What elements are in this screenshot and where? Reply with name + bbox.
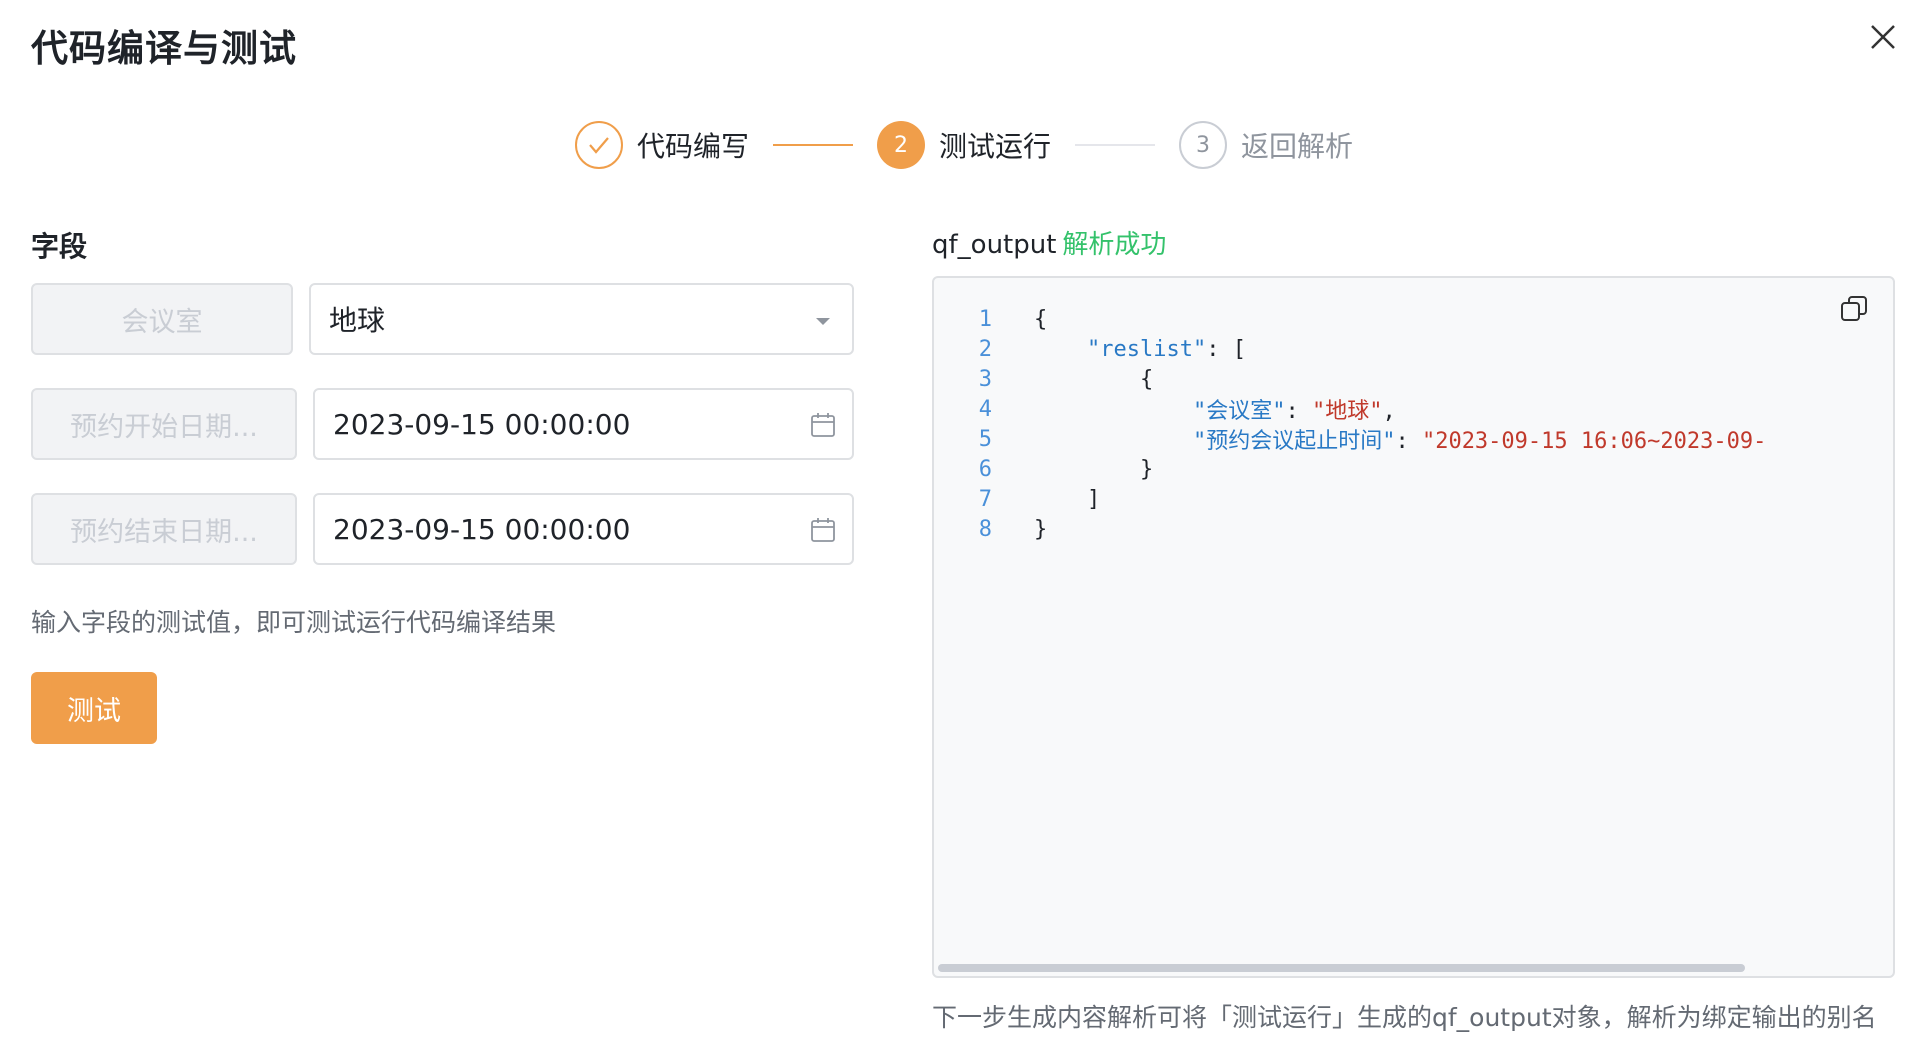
parse-status: 解析成功 (1062, 230, 1167, 260)
json-punctuation: : (1285, 399, 1312, 424)
room-select[interactable]: 地球 (309, 283, 854, 355)
code-line: 8} (934, 514, 1893, 544)
code-line: 5 "预约会议起止时间": "2023-09-15 16:06~2023-09- (934, 423, 1893, 455)
json-key: "reslist" (1086, 336, 1207, 362)
code-text: ] (1034, 487, 1100, 512)
code-text: "预约会议起止时间": "2023-09-15 16:06~2023-09- (1034, 423, 1766, 455)
code-line: 2 "reslist": [ (934, 334, 1893, 364)
json-punctuation: : [ (1206, 336, 1246, 362)
stepper: 代码编写 2 测试运行 3 返回解析 (575, 120, 1353, 170)
field-row-end-date: 预约结束日期... 2023-09-15 00:00:00 (31, 493, 854, 565)
test-hint: 输入字段的测试值，即可测试运行代码编译结果 (31, 608, 557, 637)
code-line: 7 ] (934, 484, 1893, 514)
close-icon[interactable] (1868, 22, 1898, 52)
json-punctuation (1034, 429, 1193, 454)
json-punctuation: { (1034, 306, 1048, 332)
fields-section-label: 字段 (31, 230, 88, 263)
test-button[interactable]: 测试 (31, 672, 157, 744)
step-test-run: 2 测试运行 (877, 121, 1051, 169)
json-key: "会议室" (1192, 399, 1286, 424)
start-date-value: 2023-09-15 00:00:00 (333, 407, 631, 441)
step-code-write: 代码编写 (575, 121, 749, 169)
json-key: "预约会议起止时间" (1192, 429, 1396, 454)
field-row-room: 会议室 地球 (31, 283, 854, 355)
dialog-title: 代码编译与测试 (31, 27, 297, 70)
line-number: 3 (978, 366, 992, 392)
code-line: 4 "会议室": "地球", (934, 393, 1893, 425)
step-1-done-icon (575, 121, 623, 169)
step-connector (773, 144, 854, 146)
horizontal-scrollbar[interactable] (938, 964, 1745, 972)
end-date-value: 2023-09-15 00:00:00 (333, 512, 631, 546)
line-number: 5 (978, 426, 992, 452)
json-string: "2023-09-15 16:06~2023-09- (1421, 429, 1767, 454)
step-2-number: 2 (877, 121, 926, 169)
step-return-parse: 3 返回解析 (1179, 121, 1353, 169)
json-punctuation (1034, 337, 1087, 362)
line-number: 8 (978, 516, 992, 542)
step-connector (1075, 144, 1156, 146)
code-text: { (1034, 367, 1153, 392)
line-number: 7 (978, 486, 992, 512)
end-date-input[interactable]: 2023-09-15 00:00:00 (313, 493, 854, 565)
json-punctuation (1034, 399, 1193, 424)
json-punctuation: : (1395, 429, 1422, 454)
line-number: 6 (978, 456, 992, 482)
chevron-down-icon (816, 318, 830, 325)
room-select-value: 地球 (329, 304, 386, 337)
step-2-label: 测试运行 (939, 130, 1052, 163)
json-punctuation: } (1034, 456, 1154, 482)
code-output-viewer[interactable]: 1{2 "reslist": [3 {4 "会议室": "地球", 5 "预约会议… (932, 276, 1895, 978)
code-line: 1{ (934, 304, 1893, 334)
line-number: 2 (978, 336, 992, 362)
json-punctuation: { (1034, 366, 1154, 392)
output-name: qf_output (932, 230, 1057, 260)
json-string: "地球" (1311, 399, 1383, 424)
next-step-note: 下一步生成内容解析可将「测试运行」生成的qf_output对象，解析为绑定输出的… (932, 1003, 1877, 1032)
step-1-label: 代码编写 (637, 130, 750, 163)
field-row-start-date: 预约开始日期... 2023-09-15 00:00:00 (31, 388, 854, 460)
code-text: "reslist": [ (1034, 337, 1246, 362)
line-number: 4 (978, 396, 992, 422)
code-text: "会议室": "地球", (1034, 393, 1396, 425)
calendar-icon (811, 413, 835, 437)
field-key-end-date: 预约结束日期... (31, 493, 297, 565)
step-3-label: 返回解析 (1241, 130, 1354, 163)
json-punctuation: ] (1034, 486, 1101, 512)
start-date-input[interactable]: 2023-09-15 00:00:00 (313, 388, 854, 460)
check-icon (589, 137, 609, 154)
code-line: 3 { (934, 364, 1893, 394)
line-number: 1 (978, 306, 992, 332)
step-3-number: 3 (1179, 121, 1228, 169)
json-punctuation: } (1034, 516, 1048, 542)
code-lines: 1{2 "reslist": [3 {4 "会议室": "地球", 5 "预约会议… (934, 304, 1893, 544)
calendar-icon (811, 518, 835, 542)
code-line: 6 } (934, 454, 1893, 484)
code-text: } (1034, 517, 1047, 542)
field-key-start-date: 预约开始日期... (31, 388, 297, 460)
output-header: qf_output 解析成功 (932, 224, 1166, 261)
json-punctuation: , (1382, 399, 1396, 424)
code-text: } (1034, 457, 1153, 482)
code-text: { (1034, 307, 1047, 332)
field-key-room: 会议室 (31, 283, 293, 355)
